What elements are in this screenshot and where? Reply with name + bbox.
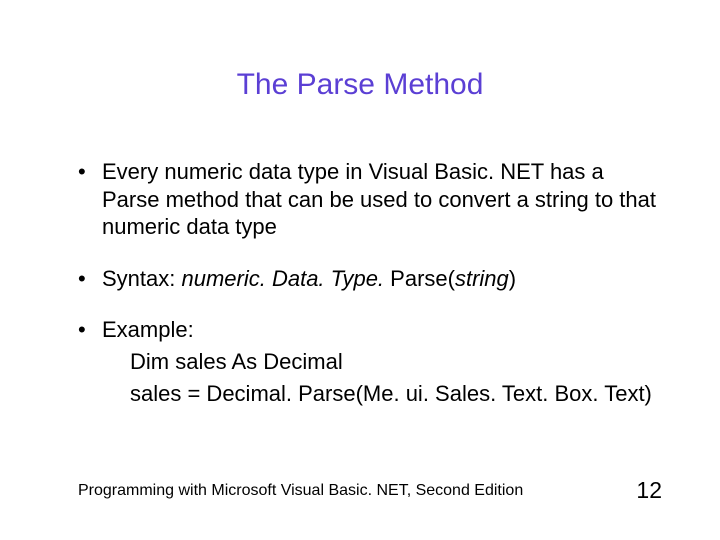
syntax-middle: Parse( [384, 266, 455, 291]
page-number: 12 [636, 477, 662, 504]
bullet-item-3: Example: Dim sales As Decimal sales = De… [78, 316, 660, 409]
syntax-close: ) [509, 266, 516, 291]
slide-title: The Parse Method [0, 68, 720, 102]
footer-text: Programming with Microsoft Visual Basic.… [78, 482, 523, 500]
example-line-1: Dim sales As Decimal [102, 348, 660, 377]
syntax-arg: string [455, 266, 509, 291]
syntax-label: Syntax: [102, 266, 181, 291]
bullet-list: Every numeric data type in Visual Basic.… [78, 158, 660, 409]
slide-body: Every numeric data type in Visual Basic.… [78, 158, 660, 433]
example-line-2: sales = Decimal. Parse(Me. ui. Sales. Te… [102, 380, 660, 409]
syntax-type: numeric. Data. Type. [181, 266, 384, 291]
slide: The Parse Method Every numeric data type… [0, 0, 720, 540]
example-label: Example: [102, 317, 194, 342]
bullet-item-2: Syntax: numeric. Data. Type. Parse(strin… [78, 265, 660, 293]
bullet-item-1: Every numeric data type in Visual Basic.… [78, 158, 660, 241]
